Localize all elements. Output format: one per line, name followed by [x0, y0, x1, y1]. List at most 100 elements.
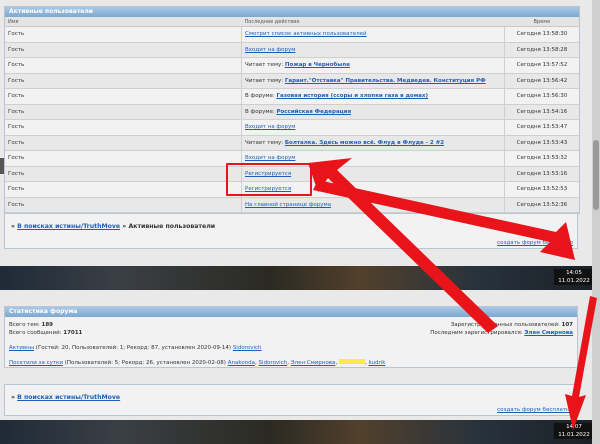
col-action: Последнее действие	[241, 17, 505, 27]
breadcrumb-prefix: »	[11, 394, 15, 401]
visited-today-text: (Пользователей: 5; Рекорд: 26, установле…	[64, 360, 226, 366]
taskbar-clock[interactable]: 14:07 11.01.2022	[554, 423, 594, 439]
registered-count: Зарегистрированных пользователей: 107	[451, 322, 573, 328]
registered-label: Зарегистрированных пользователей:	[450, 322, 560, 328]
col-time: Время	[504, 17, 579, 27]
action-cell: В форуме: Российская Федерация	[241, 104, 505, 120]
registered-value: 107	[561, 322, 573, 328]
action-prefix: В форуме:	[245, 108, 277, 115]
action-link[interactable]: Российская Федерация	[276, 109, 351, 115]
active-user-link[interactable]: Sidorovich	[233, 345, 262, 351]
action-link[interactable]: Входит на форум	[245, 47, 295, 53]
user-cell: Гость	[5, 166, 242, 182]
highlight-box	[226, 163, 312, 196]
action-link[interactable]: Входит на форум	[245, 124, 295, 130]
time-cell: Сегодня 13:56:30	[504, 88, 579, 105]
col-name: Имя	[5, 17, 242, 27]
breadcrumb-box-bottom: » В поисках истины/TruthMove создать фор…	[4, 384, 578, 416]
posts-label: Всего сообщений:	[9, 330, 62, 336]
user-cell: Гость	[5, 88, 242, 105]
action-link[interactable]: На главной странице форума	[245, 202, 331, 208]
user-cell: Гость	[5, 104, 242, 120]
action-prefix: Читает тему:	[245, 139, 285, 146]
time-cell: Сегодня 13:52:53	[504, 181, 579, 198]
action-link[interactable]: Пожар в Чернобыле	[285, 62, 350, 68]
time-cell: Сегодня 13:53:47	[504, 119, 579, 136]
user-cell: Гость	[5, 42, 242, 58]
time-cell: Сегодня 13:56:42	[504, 73, 579, 89]
breadcrumb-forum-link[interactable]: В поисках истины/TruthMove	[17, 223, 120, 230]
action-prefix: Читает тему:	[245, 62, 285, 69]
time-cell: Сегодня 13:57:52	[504, 57, 579, 74]
visited-user-link[interactable]: Элен Смирнова	[291, 360, 336, 366]
create-forum-link[interactable]: создать форум бесплатно	[497, 407, 573, 413]
breadcrumb-current: Активные пользователи	[128, 223, 216, 230]
user-cell: Гость	[5, 135, 242, 151]
visited-today-link[interactable]: Посетили за сутки	[9, 360, 63, 366]
active-users-title: Активные пользователи	[5, 7, 579, 17]
action-cell: Читает тему: Болталка. Здесь можно всё. …	[241, 135, 505, 151]
stats-title: Статистика форума	[5, 307, 577, 317]
action-cell: Читает тему: Пожар в Чернобыле	[241, 57, 505, 74]
user-cell: Гость	[5, 119, 242, 136]
user-cell: Гость	[5, 181, 242, 198]
time-cell: Сегодня 13:58:28	[504, 42, 579, 58]
action-link[interactable]: Смотрит список активных пользователей	[245, 31, 367, 37]
user-cell: Гость	[5, 26, 242, 43]
taskbar-clock[interactable]: 14:05 11.01.2022	[554, 269, 594, 285]
posts-value: 17011	[63, 330, 83, 336]
user-cell: Гость	[5, 73, 242, 89]
active-now-text: (Гостей: 20, Пользователей: 1; Рекорд: 8…	[35, 345, 232, 351]
taskbar: 14:07 11.01.2022	[0, 420, 600, 444]
table-row: Гость На главной странице форума Сегодня 1…	[5, 197, 579, 213]
topics-label: Всего тем:	[9, 322, 40, 328]
topics-value: 189	[41, 322, 54, 328]
user-cell: Гость	[5, 197, 242, 213]
table-row: Гость Читает тему: Болталка. Здесь можно …	[5, 135, 579, 151]
table-row: Гость Входит на форум Сегодня 13:58:28	[5, 42, 579, 58]
table-row: Гость В форуме: Газовая история (ссоры и …	[5, 88, 579, 105]
topics-count: Всего тем: 189	[9, 322, 53, 328]
action-link[interactable]: Болталка. Здесь можно всё. Флуд в Флуде …	[285, 140, 444, 146]
scrollbar-thumb[interactable]	[593, 140, 599, 210]
breadcrumb-forum-link[interactable]: В поисках истины/TruthMove	[17, 394, 120, 401]
action-cell: Входит на форум	[241, 42, 505, 58]
clock-date: 11.01.2022	[558, 278, 590, 284]
table-row: Гость В форуме: Российская Федерация Сегод…	[5, 104, 579, 120]
last-registered-label: Последним зарегистрировался:	[430, 330, 523, 336]
posts-count: Всего сообщений: 17011	[9, 330, 82, 336]
visited-user-link[interactable]: kudrik	[368, 360, 385, 366]
clock-time: 14:05	[566, 270, 582, 276]
action-cell: Смотрит список активных пользователей	[241, 26, 505, 43]
action-link[interactable]: Газовая история (ссоры и хлопки газа в д…	[276, 93, 428, 99]
last-registered-user[interactable]: Элен Смирнова	[524, 330, 573, 336]
action-link[interactable]: Входит на форум	[245, 155, 295, 161]
action-cell: В форуме: Газовая история (ссоры и хлопк…	[241, 88, 505, 105]
breadcrumb-bottom: » В поисках истины/TruthMove	[11, 394, 120, 401]
action-link[interactable]: Гарант."Отставка" Правительства. Медведе…	[285, 78, 486, 84]
action-cell: На главной странице форума	[241, 197, 505, 213]
breadcrumb-prefix: »	[11, 223, 15, 230]
table-row: Гость Входит на форум Сегодня 13:53:47	[5, 119, 579, 136]
visited-user-link[interactable]	[338, 359, 365, 364]
breadcrumb: » В поисках истины/TruthMove » Активные …	[11, 223, 215, 230]
time-cell: Сегодня 13:52:36	[504, 197, 579, 213]
user-cell: Гость	[5, 150, 242, 167]
page-scrollbar[interactable]	[592, 0, 600, 444]
visited-user-link[interactable]: Anakonda	[228, 360, 255, 366]
create-forum-link[interactable]: создать форум бесплатно	[497, 240, 573, 246]
action-prefix: Читает тему:	[245, 77, 285, 84]
user-cell: Гость	[5, 57, 242, 74]
forum-stats-panel: Статистика форума Всего тем: 189 Всего с…	[4, 306, 578, 368]
active-now-link[interactable]: Активны	[9, 345, 34, 351]
last-registered: Последним зарегистрировался: Элен Смирно…	[430, 330, 573, 336]
clock-time: 14:07	[566, 424, 582, 430]
table-row: Гость Читает тему: Пожар в Чернобыле Сегод…	[5, 57, 579, 74]
taskbar: 14:05 11.01.2022	[0, 266, 600, 290]
visited-user-link[interactable]: Sidorovich	[259, 360, 288, 366]
time-cell: Сегодня 13:54:16	[504, 104, 579, 120]
table-row: Гость Читает тему: Гарант."Отставка" Прав…	[5, 73, 579, 89]
clock-date: 11.01.2022	[558, 432, 590, 438]
time-cell: Сегодня 13:53:16	[504, 166, 579, 182]
visited-today: Посетили за сутки (Пользователей: 5; Рек…	[9, 359, 386, 366]
